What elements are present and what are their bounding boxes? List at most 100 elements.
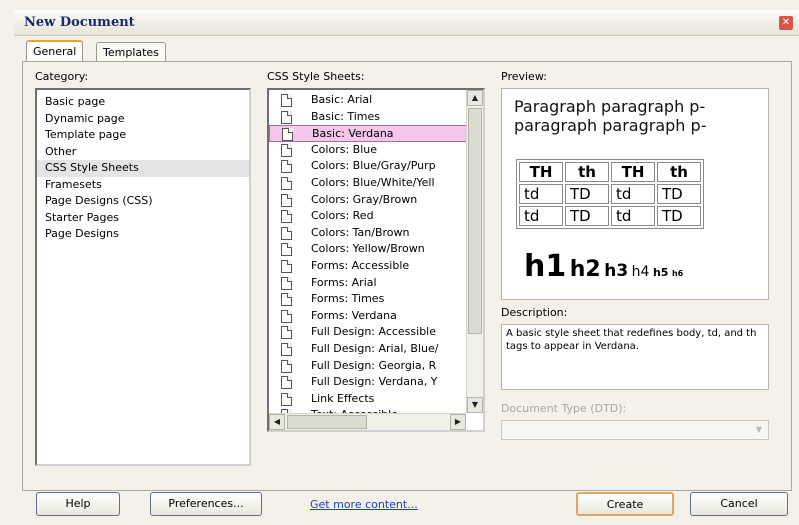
css-style-sheet-item[interactable]: Colors: Blue/Gray/Purp (269, 158, 483, 175)
scroll-up-icon[interactable]: ▲ (467, 90, 483, 106)
tab-panel-general: Category: Basic page Dynamic page Template… (22, 61, 792, 491)
cancel-button[interactable]: Cancel (690, 492, 788, 516)
document-icon (281, 160, 292, 174)
h-scroll-thumb[interactable] (287, 415, 367, 429)
preview-table-header: th (565, 162, 609, 182)
vertical-scrollbar[interactable]: ▲ ▼ (466, 90, 483, 413)
document-icon (281, 243, 292, 257)
preview-pane: Paragraph paragraph p- paragraph paragra… (501, 88, 769, 300)
scroll-left-icon[interactable]: ◀ (269, 414, 285, 430)
preview-table-cell: TD (565, 206, 609, 226)
scroll-right-icon[interactable]: ▶ (450, 414, 466, 430)
tab-templates[interactable]: Templates (96, 42, 166, 62)
category-item[interactable]: Template page (37, 127, 249, 144)
preferences-button[interactable]: Preferences... (150, 492, 262, 516)
document-icon (281, 210, 292, 224)
css-style-sheet-item[interactable]: Basic: Arial (269, 92, 483, 109)
get-more-content-link[interactable]: Get more content... (310, 498, 418, 511)
css-style-sheet-item[interactable]: Full Design: Georgia, R (269, 358, 483, 375)
css-style-sheet-item[interactable]: Full Design: Arial, Blue/ (269, 341, 483, 358)
preview-paragraph-line: paragraph paragraph p- (514, 116, 707, 135)
new-document-dialog: General Templates Category: Basic page Dy… (14, 36, 799, 525)
preview-table-cell: TD (657, 206, 701, 226)
css-style-sheet-label: Colors: Blue/Gray/Purp (311, 159, 436, 173)
css-style-sheet-label: Colors: Blue (311, 142, 377, 156)
category-item[interactable]: Other (37, 144, 249, 161)
css-style-sheet-item[interactable]: Full Design: Verdana, Y (269, 374, 483, 391)
preview-h3: h3 (604, 261, 629, 281)
category-item[interactable]: Page Designs (37, 226, 249, 243)
preview-table-header: TH (611, 162, 655, 182)
preview-table-header: TH (519, 162, 563, 182)
css-style-sheet-label: Basic: Times (311, 109, 380, 123)
document-icon (281, 276, 292, 290)
horizontal-scrollbar[interactable]: ◀ ▶ (269, 413, 466, 430)
css-style-sheet-label: Colors: Gray/Brown (311, 192, 418, 206)
css-style-sheets-list[interactable]: Basic: Arial Basic: Times Basic: Verdana Co… (267, 88, 485, 432)
preview-h6: h6 (671, 269, 684, 278)
document-type-label: Document Type (DTD): (501, 402, 627, 415)
css-style-sheet-item[interactable]: Forms: Accessible (269, 258, 483, 275)
css-style-sheet-item[interactable]: Basic: Times (269, 109, 483, 126)
css-style-sheet-label: Colors: Red (311, 209, 374, 223)
css-style-sheet-item[interactable]: Forms: Verdana (269, 308, 483, 325)
css-style-sheet-label: Colors: Blue/White/Yell (311, 175, 435, 189)
css-style-sheet-item[interactable]: Full Design: Accessible (269, 324, 483, 341)
css-style-sheet-item[interactable]: Colors: Yellow/Brown (269, 241, 483, 258)
css-style-sheet-item[interactable]: Colors: Red (269, 208, 483, 225)
tab-general[interactable]: General (26, 40, 84, 62)
category-list[interactable]: Basic page Dynamic page Template page Other… (35, 88, 251, 466)
css-style-sheet-label: Forms: Arial (311, 275, 377, 289)
preview-paragraph-line: Paragraph paragraph p- (514, 97, 706, 116)
css-style-sheet-item[interactable]: Basic: Verdana (269, 125, 483, 142)
css-style-sheet-item[interactable]: Colors: Tan/Brown (269, 225, 483, 242)
create-button[interactable]: Create (576, 492, 674, 516)
scroll-thumb[interactable] (468, 108, 482, 334)
css-style-sheet-label: Full Design: Arial, Blue/ (311, 341, 439, 355)
close-icon[interactable]: ✕ (779, 16, 793, 30)
preview-h4: h4 (631, 264, 650, 280)
css-style-sheet-item[interactable]: Colors: Blue (269, 142, 483, 159)
document-icon (281, 376, 292, 390)
category-item[interactable]: Dynamic page (37, 111, 249, 128)
css-style-sheet-item[interactable]: Link Effects (269, 391, 483, 408)
css-style-sheet-item[interactable]: Colors: Gray/Brown (269, 192, 483, 209)
preview-table-header: th (657, 162, 701, 182)
css-style-sheet-item[interactable]: Colors: Blue/White/Yell (269, 175, 483, 192)
css-style-sheet-item[interactable]: Forms: Times (269, 291, 483, 308)
document-icon (281, 226, 292, 240)
css-style-sheet-label: Link Effects (311, 391, 375, 405)
category-item[interactable]: CSS Style Sheets (37, 160, 249, 177)
preview-h2: h2 (569, 257, 601, 282)
category-item[interactable]: Basic page (37, 94, 249, 111)
help-button[interactable]: Help (36, 492, 120, 516)
css-style-sheet-item[interactable]: Forms: Arial (269, 275, 483, 292)
scroll-down-icon[interactable]: ▼ (467, 397, 483, 413)
preview-paragraph: Paragraph paragraph p- paragraph paragra… (514, 97, 706, 135)
document-icon (281, 293, 292, 307)
preview-headings: h1 h2 h3 h4 h5 h6 (524, 249, 683, 284)
description-text: A basic style sheet that redefines body,… (501, 324, 769, 390)
document-icon (281, 392, 292, 406)
category-item[interactable]: Page Designs (CSS) (37, 193, 249, 210)
preview-h5: h5 (652, 266, 669, 279)
css-style-sheet-label: Forms: Times (311, 292, 385, 306)
document-icon (281, 342, 292, 356)
document-icon (281, 143, 292, 157)
document-icon (281, 176, 292, 190)
preview-table-cell: TD (565, 184, 609, 204)
css-style-sheet-label: Full Design: Verdana, Y (311, 375, 438, 389)
preview-table: TH th TH th td TD td TD td TD td TD (516, 159, 704, 229)
category-item[interactable]: Starter Pages (37, 210, 249, 227)
description-label: Description: (501, 306, 568, 319)
css-style-sheet-label: Forms: Verdana (311, 308, 397, 322)
css-style-sheets-label: CSS Style Sheets: (267, 70, 365, 83)
preview-table-cell: td (519, 184, 563, 204)
preview-table-cell: td (519, 206, 563, 226)
document-icon (281, 359, 292, 373)
document-type-select[interactable]: ▼ (501, 420, 769, 440)
preview-h1: h1 (524, 249, 567, 284)
css-style-sheet-label: Basic: Verdana (312, 127, 394, 141)
document-icon (281, 110, 292, 124)
category-item[interactable]: Framesets (37, 177, 249, 194)
